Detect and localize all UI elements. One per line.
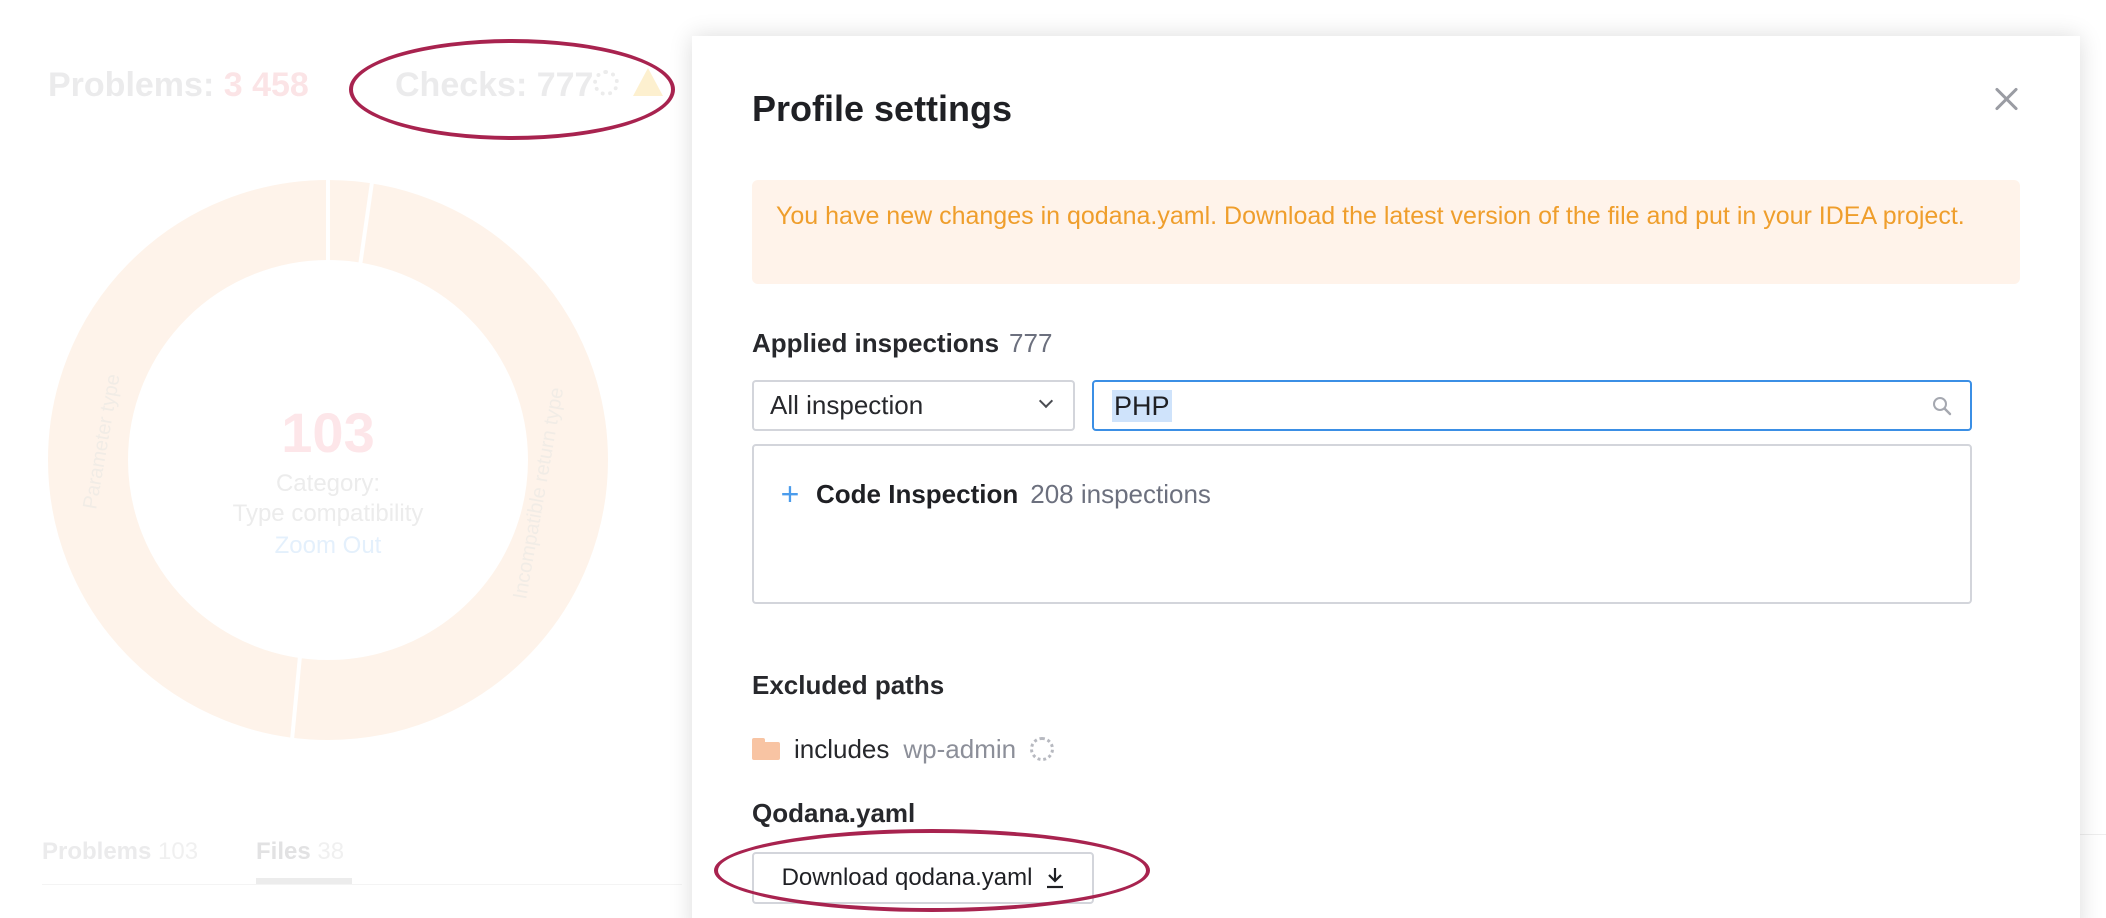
- tabs-divider: [42, 884, 682, 885]
- donut-category-label: Category:: [275, 470, 381, 497]
- tab-label: Problems: [42, 838, 152, 865]
- folder-icon: [752, 738, 780, 760]
- active-tab-indicator: [256, 878, 352, 884]
- applied-inspections-heading: Applied inspections 777: [752, 328, 1052, 359]
- donut-center: 103 Category: Type compatibility Zoom Ou…: [170, 400, 486, 563]
- search-icon: [1933, 397, 1952, 416]
- inspection-group-name: Code Inspection: [816, 478, 1019, 509]
- loading-spinner-icon: [1030, 737, 1055, 761]
- tab-count: 103: [158, 838, 199, 865]
- search-input-value[interactable]: PHP: [1112, 390, 1172, 422]
- problems-value: 3 458: [223, 66, 309, 104]
- checks-total[interactable]: Checks: 777: [395, 66, 593, 105]
- profile-settings-dialog: Profile settings You have new changes in…: [692, 36, 2080, 918]
- excluded-paths-row: includes wp-admin: [752, 732, 1055, 766]
- applied-inspections-label: Applied inspections: [752, 328, 1000, 358]
- inspection-filter-select[interactable]: All inspection: [752, 380, 1075, 431]
- expand-plus-icon[interactable]: +: [778, 478, 802, 510]
- download-icon: [1047, 868, 1064, 889]
- warning-banner: You have new changes in qodana.yaml. Dow…: [752, 180, 2020, 284]
- chevron-down-icon: [1038, 393, 1054, 409]
- dialog-title: Profile settings: [752, 88, 1013, 129]
- inspections-list: + Code Inspection 208 inspections: [752, 444, 1972, 604]
- applied-inspections-count: 777: [1009, 328, 1053, 358]
- donut-category-name: Type compatibility: [232, 500, 424, 527]
- checks-value: 777: [536, 66, 594, 104]
- tab-files[interactable]: Files 38: [256, 838, 344, 866]
- problems-label: Problems:: [48, 66, 215, 104]
- warning-icon: [633, 68, 663, 96]
- divider: [2076, 834, 2106, 835]
- donut-count: 103: [281, 401, 375, 464]
- close-icon[interactable]: [1989, 82, 2023, 116]
- problems-total: Problems: 3 458: [48, 66, 309, 105]
- checks-label: Checks:: [395, 66, 528, 104]
- excluded-path-item[interactable]: includes: [794, 734, 889, 765]
- excluded-paths-heading: Excluded paths: [752, 670, 945, 700]
- inspection-filter-value: All inspection: [770, 390, 924, 420]
- download-qodana-yaml-button[interactable]: Download qodana.yaml: [752, 852, 1094, 904]
- tab-label: Files: [256, 838, 311, 865]
- download-button-label: Download qodana.yaml: [781, 864, 1033, 891]
- inspection-group-count: 208 inspections: [1030, 478, 1211, 509]
- inspection-group-code-inspection[interactable]: + Code Inspection 208 inspections: [778, 474, 1211, 514]
- gear-icon[interactable]: [593, 70, 619, 96]
- qodana-yaml-heading: Qodana.yaml: [752, 798, 916, 828]
- zoom-out-link[interactable]: Zoom Out: [170, 529, 486, 563]
- tab-problems[interactable]: Problems 103: [42, 838, 198, 866]
- excluded-path-item[interactable]: wp-admin: [903, 734, 1016, 765]
- inspection-search-box[interactable]: PHP: [1092, 380, 1972, 431]
- tab-count: 38: [317, 838, 345, 865]
